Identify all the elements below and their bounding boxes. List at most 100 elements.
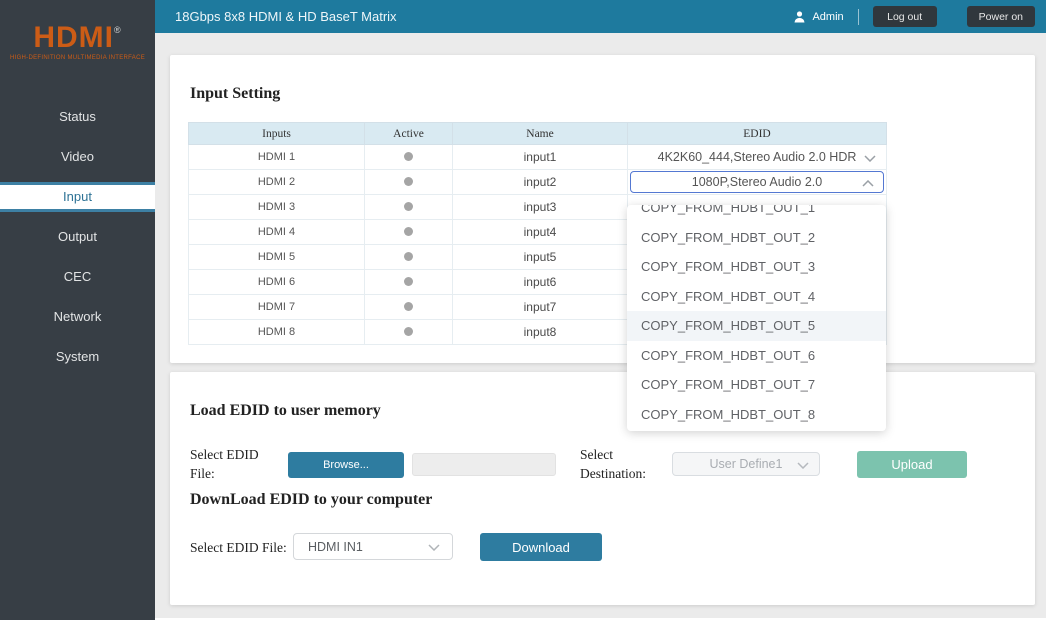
select-edid-file-label: Select EDID File: — [190, 446, 275, 484]
edid-option[interactable]: COPY_FROM_HDBT_OUT_6 — [627, 341, 886, 371]
edid-dropdown-list: COPY_FROM_HDBT_OUT_1COPY_FROM_HDBT_OUT_2… — [627, 205, 886, 429]
edid-dropdown-panel: COPY_FROM_HDBT_OUT_1COPY_FROM_HDBT_OUT_2… — [627, 205, 886, 431]
destination-select-value: User Define1 — [710, 457, 783, 471]
sidebar-item-cec[interactable]: CEC — [0, 257, 155, 297]
hdmi-logo-text: HDMI® — [0, 14, 155, 54]
active-indicator — [404, 152, 413, 161]
topbar-divider — [858, 9, 859, 25]
sidebar-item-label: Input — [0, 182, 155, 212]
active-indicator — [404, 302, 413, 311]
sidebar-nav: Status Video Input Output CEC Network System — [0, 97, 155, 377]
edid-cell: 4K2K60_444,Stereo Audio 2.0 HDR — [628, 145, 887, 170]
sidebar-item-label: Video — [0, 145, 155, 169]
sidebar-item-label: CEC — [0, 265, 155, 289]
topbar-user-area: Admin Log out Power on — [794, 0, 1035, 33]
active-indicator — [404, 277, 413, 286]
sidebar-item-label: Network — [0, 305, 155, 329]
edid-select-open[interactable]: 1080P,Stereo Audio 2.0 — [630, 171, 884, 193]
chevron-down-icon — [864, 155, 876, 162]
edid-option[interactable]: COPY_FROM_HDBT_OUT_5 — [627, 311, 886, 341]
select-destination-label: Select Destination: — [580, 446, 675, 484]
name-cell: input2 — [453, 170, 628, 195]
edid-option[interactable]: COPY_FROM_HDBT_OUT_7 — [627, 370, 886, 400]
sidebar-item-network[interactable]: Network — [0, 297, 155, 337]
active-indicator — [404, 227, 413, 236]
active-indicator — [404, 202, 413, 211]
page-title: 18Gbps 8x8 HDMI & HD BaseT Matrix — [175, 0, 397, 33]
edid-file-input[interactable] — [412, 453, 556, 476]
edid-select[interactable]: 4K2K60_444,Stereo Audio 2.0 HDR — [628, 145, 886, 169]
sidebar-item-input[interactable]: Input — [0, 177, 155, 217]
sidebar-item-system[interactable]: System — [0, 337, 155, 377]
sidebar-item-output[interactable]: Output — [0, 217, 155, 257]
name-cell: input3 — [453, 195, 628, 220]
edid-option[interactable]: COPY_FROM_HDBT_OUT_4 — [627, 282, 886, 312]
column-header-name: Name — [453, 123, 628, 145]
hdmi-logo-tagline: HIGH-DEFINITION MULTIMEDIA INTERFACE — [0, 55, 155, 61]
input-setting-panel: Input Setting InputsActiveNameEDID HDMI … — [170, 55, 1035, 363]
active-cell — [365, 295, 453, 320]
sidebar-item-video[interactable]: Video — [0, 137, 155, 177]
person-icon — [794, 11, 805, 23]
username-label: Admin — [812, 11, 843, 23]
active-cell — [365, 320, 453, 345]
edid-option[interactable]: COPY_FROM_HDBT_OUT_1 — [627, 205, 886, 223]
name-cell: input6 — [453, 270, 628, 295]
active-indicator — [404, 252, 413, 261]
load-edid-title: Load EDID to user memory — [190, 402, 381, 420]
sidebar-item-label: Output — [0, 225, 155, 249]
browse-button[interactable]: Browse... — [288, 452, 404, 478]
active-cell — [365, 220, 453, 245]
active-indicator — [404, 327, 413, 336]
column-header-edid: EDID — [628, 123, 887, 145]
chevron-down-icon — [797, 462, 809, 469]
topbar: 18Gbps 8x8 HDMI & HD BaseT Matrix Admin … — [155, 0, 1046, 33]
active-cell — [365, 270, 453, 295]
input-port-cell: HDMI 6 — [189, 270, 365, 295]
edid-option[interactable]: COPY_FROM_HDBT_OUT_3 — [627, 252, 886, 282]
download-edid-title: DownLoad EDID to your computer — [190, 491, 432, 509]
input-table-row: HDMI 2 input2 1080P,Stereo Audio 2.0 — [189, 170, 887, 195]
name-cell: input8 — [453, 320, 628, 345]
input-port-cell: HDMI 2 — [189, 170, 365, 195]
edid-option[interactable]: COPY_FROM_HDBT_OUT_8 — [627, 400, 886, 430]
input-setting-title: Input Setting — [190, 85, 280, 103]
table-header-row: InputsActiveNameEDID — [189, 123, 887, 145]
app: HDMI® HIGH-DEFINITION MULTIMEDIA INTERFA… — [0, 0, 1053, 623]
hdmi-logo: HDMI® HIGH-DEFINITION MULTIMEDIA INTERFA… — [0, 14, 155, 61]
hdmi-logo-word: HDMI — [33, 21, 114, 54]
active-cell — [365, 170, 453, 195]
input-port-cell: HDMI 8 — [189, 320, 365, 345]
download-source-select[interactable]: HDMI IN1 — [293, 533, 453, 560]
download-source-value: HDMI IN1 — [308, 540, 363, 554]
active-cell — [365, 195, 453, 220]
sidebar-item-label: System — [0, 345, 155, 369]
download-button[interactable]: Download — [480, 533, 602, 561]
active-cell — [365, 145, 453, 170]
upload-button[interactable]: Upload — [857, 451, 967, 478]
input-port-cell: HDMI 5 — [189, 245, 365, 270]
column-header-inputs: Inputs — [189, 123, 365, 145]
sidebar-item-label: Status — [0, 105, 155, 129]
input-table-row: HDMI 1 input1 4K2K60_444,Stereo Audio 2.0 … — [189, 145, 887, 170]
sidebar-item-status[interactable]: Status — [0, 97, 155, 137]
name-cell: input7 — [453, 295, 628, 320]
input-port-cell: HDMI 7 — [189, 295, 365, 320]
input-port-cell: HDMI 1 — [189, 145, 365, 170]
input-port-cell: HDMI 4 — [189, 220, 365, 245]
edid-select-value: 1080P,Stereo Audio 2.0 — [692, 175, 822, 189]
sidebar: HDMI® HIGH-DEFINITION MULTIMEDIA INTERFA… — [0, 0, 155, 620]
chevron-up-icon — [862, 180, 874, 187]
column-header-active: Active — [365, 123, 453, 145]
edid-option[interactable]: COPY_FROM_HDBT_OUT_2 — [627, 223, 886, 253]
name-cell: input5 — [453, 245, 628, 270]
registered-mark: ® — [114, 25, 122, 35]
logout-button[interactable]: Log out — [873, 6, 937, 27]
name-cell: input1 — [453, 145, 628, 170]
download-file-label: Select EDID File: — [190, 539, 287, 558]
active-indicator — [404, 177, 413, 186]
edid-memory-panel: Load EDID to user memory Select EDID Fil… — [170, 372, 1035, 605]
power-on-button[interactable]: Power on — [967, 6, 1035, 27]
edid-select-value: 4K2K60_444,Stereo Audio 2.0 HDR — [658, 150, 857, 164]
destination-select[interactable]: User Define1 — [672, 452, 820, 476]
